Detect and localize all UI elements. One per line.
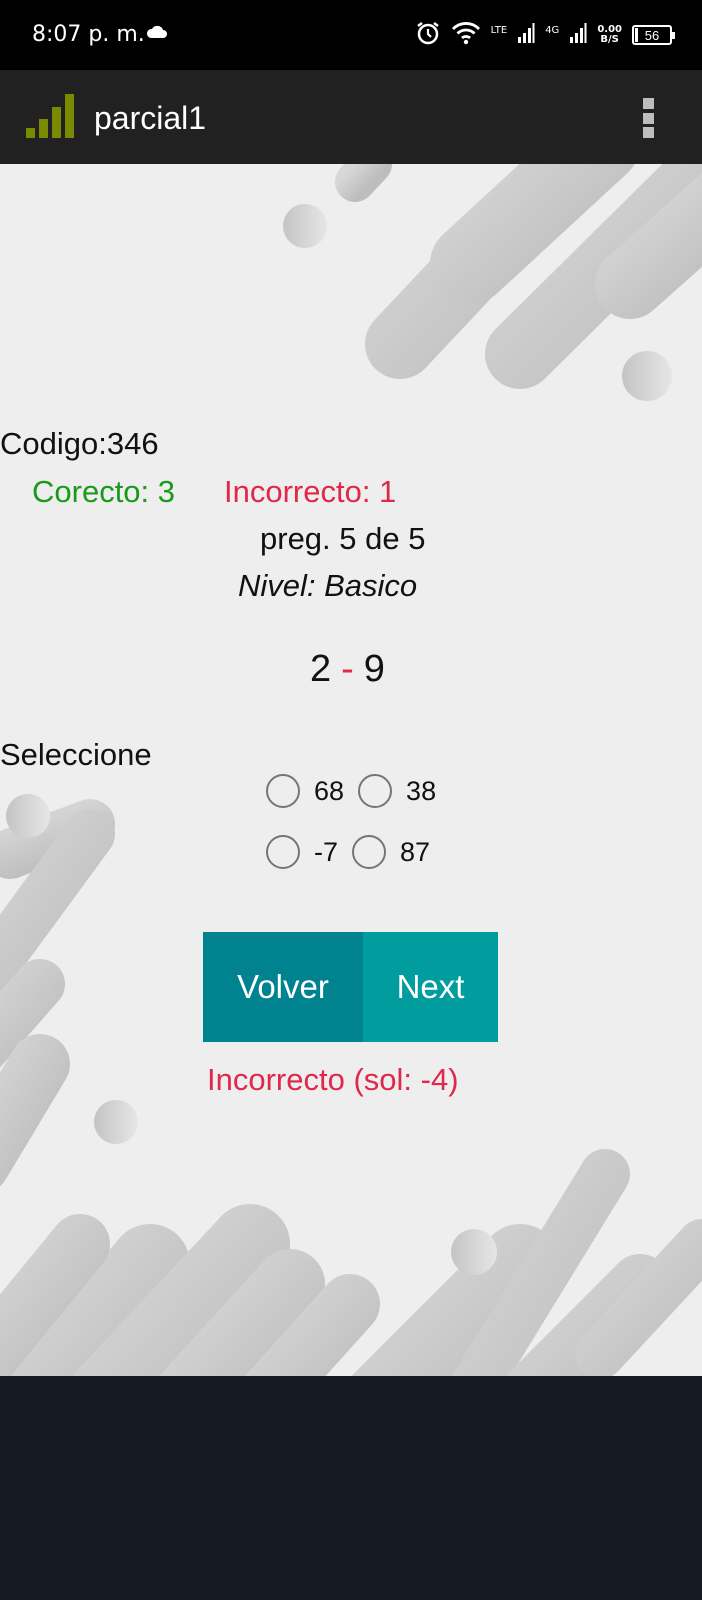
operator: - [341,648,354,690]
option-radio-87[interactable]: 87 [352,835,430,869]
battery-icon: 56 [632,25,675,45]
question-progress: preg. 5 de 5 [260,521,426,556]
incorrect-count: Incorrecto: 1 [224,474,397,509]
operand-b: 9 [363,648,385,690]
empty-bottom-area [0,1376,702,1600]
battery-level: 56 [644,27,660,43]
network-speed: 0.00 B/S [597,25,622,45]
options-row-1: 68 38 [266,774,436,808]
operand-a: 2 [310,648,332,690]
result-message: Incorrecto (sol: -4) [207,1062,459,1097]
overflow-menu-icon[interactable] [642,98,654,138]
radio-circle-icon[interactable] [352,835,387,869]
option-radio-68[interactable]: 68 [266,774,344,808]
app-bar: parcial1 [0,70,702,164]
option-label: 68 [314,775,345,806]
action-buttons: Volver Next [203,932,498,1042]
radio-circle-icon[interactable] [358,774,393,808]
signal-icon-2 [569,22,587,49]
lte-label: LTE [490,25,508,36]
alarm-icon [415,20,441,51]
app-title: parcial1 [94,100,207,136]
math-operation: 2-9 [310,648,385,691]
option-radio-minus-7[interactable]: -7 [266,835,338,869]
quiz-screen: Codigo:346 Corecto: 3 Incorrecto: 1 preg… [0,164,702,1376]
codigo-label: Codigo:346 [0,426,159,461]
signal-icon-1 [517,22,535,49]
select-prompt: Seleccione [0,737,152,772]
option-label: -7 [314,836,339,867]
4g-label: 4G [545,25,560,36]
signal-bars-logo-icon [26,92,82,145]
radio-circle-icon[interactable] [266,835,300,869]
status-time: 8:07 p. m. [32,22,145,47]
correct-count: Corecto: 3 [32,474,176,509]
next-button[interactable]: Next [363,932,498,1042]
volver-button[interactable]: Volver [203,932,363,1042]
options-row-2: -7 87 [266,835,430,869]
option-radio-38[interactable]: 38 [358,774,436,808]
option-label: 38 [406,775,437,806]
option-label: 87 [400,836,431,867]
cloud-icon [146,25,168,44]
wifi-icon [451,21,481,50]
status-bar: 8:07 p. m. LTE 4G 0.00 B/S 56 [0,0,702,70]
level-label: Nivel: Basico [238,568,418,603]
speed-unit: B/S [600,34,619,45]
radio-circle-icon[interactable] [266,774,300,808]
